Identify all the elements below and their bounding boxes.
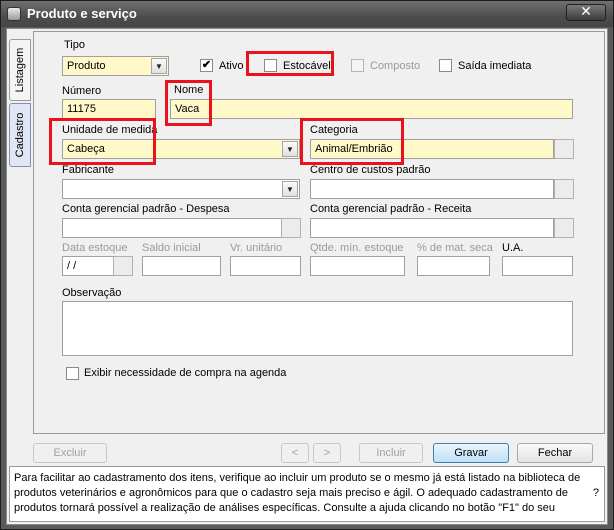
- tipo-value: Produto: [67, 60, 106, 72]
- data-estoque-field[interactable]: / /: [62, 256, 114, 276]
- gravar-button[interactable]: Gravar: [433, 443, 509, 463]
- estocavel-label: Estocável: [283, 60, 331, 72]
- fabricante-label: Fabricante: [62, 164, 114, 176]
- tipo-select[interactable]: Produto ▼: [62, 56, 169, 76]
- centro-custos-label: Centro de custos padrão: [310, 164, 431, 176]
- numero-label: Número: [62, 85, 102, 97]
- saida-imediata-checkbox[interactable]: [439, 59, 452, 72]
- despesa-label: Conta gerencial padrão - Despesa: [62, 203, 230, 215]
- receita-lookup-button[interactable]: [554, 218, 574, 238]
- tipo-label: Tipo: [64, 39, 85, 51]
- tab-listagem-label: Listagem: [14, 47, 26, 93]
- tab-listagem[interactable]: Listagem: [9, 39, 31, 101]
- despesa-field[interactable]: [62, 218, 282, 238]
- receita-field[interactable]: [310, 218, 554, 238]
- vr-unitario-field[interactable]: [230, 256, 301, 276]
- categoria-lookup-button[interactable]: [554, 139, 574, 159]
- excluir-button[interactable]: Excluir: [33, 443, 107, 463]
- centro-custos-field[interactable]: [310, 179, 554, 199]
- mat-seca-label: % de mat. seca: [417, 242, 493, 254]
- client-area: Listagem Cadastro Tipo Produto ▼ ✔ Ativo…: [6, 28, 608, 525]
- next-button[interactable]: >: [313, 443, 341, 463]
- chevron-down-icon[interactable]: ▼: [151, 58, 167, 74]
- chevron-down-icon[interactable]: ▼: [282, 141, 298, 157]
- ua-field[interactable]: [502, 256, 573, 276]
- tab-cadastro-label: Cadastro: [14, 112, 26, 158]
- help-text: Para facilitar ao cadastramento dos iten…: [14, 472, 581, 514]
- nome-field[interactable]: Vaca: [170, 99, 573, 119]
- exibir-necessidade-label: Exibir necessidade de compra na agenda: [84, 367, 287, 379]
- despesa-lookup-button[interactable]: [281, 218, 301, 238]
- tab-cadastro[interactable]: Cadastro: [9, 103, 31, 167]
- observacao-textarea[interactable]: [62, 301, 573, 356]
- receita-label: Conta gerencial padrão - Receita: [310, 203, 472, 215]
- fabricante-select[interactable]: ▼: [62, 179, 300, 199]
- app-icon: [7, 7, 21, 21]
- observacao-label: Observação: [62, 287, 122, 299]
- centro-custos-lookup-button[interactable]: [554, 179, 574, 199]
- exibir-necessidade-checkbox[interactable]: [66, 367, 79, 380]
- unidade-value: Cabeça: [67, 143, 105, 155]
- unidade-select[interactable]: Cabeça ▼: [62, 139, 300, 159]
- data-estoque-label: Data estoque: [62, 242, 128, 254]
- fechar-button[interactable]: Fechar: [517, 443, 593, 463]
- qtde-min-label: Qtde. mín. estoque: [310, 242, 404, 254]
- window-title: Produto e serviço: [27, 6, 137, 21]
- composto-label: Composto: [370, 60, 421, 72]
- button-bar: Excluir < > Incluir Gravar Fechar: [33, 436, 605, 466]
- help-question-icon[interactable]: ?: [593, 487, 599, 499]
- help-panel: Para facilitar ao cadastramento dos iten…: [9, 466, 605, 522]
- saldo-inicial-field[interactable]: [142, 256, 221, 276]
- ativo-label: Ativo: [219, 60, 244, 72]
- estocavel-checkbox[interactable]: [264, 59, 277, 72]
- composto-checkbox[interactable]: [351, 59, 364, 72]
- saldo-inicial-label: Saldo inicial: [142, 242, 201, 254]
- prev-button[interactable]: <: [281, 443, 309, 463]
- saida-imediata-label: Saída imediata: [458, 60, 532, 72]
- side-tabs: Listagem Cadastro: [7, 29, 33, 434]
- nome-label: Nome: [174, 84, 204, 96]
- mat-seca-field[interactable]: [417, 256, 490, 276]
- incluir-button[interactable]: Incluir: [359, 443, 423, 463]
- chevron-down-icon[interactable]: ▼: [282, 181, 298, 197]
- categoria-field[interactable]: Animal/Embrião: [310, 139, 554, 159]
- numero-field[interactable]: 11175: [62, 99, 156, 119]
- title-bar[interactable]: Produto e serviço ✕: [1, 1, 613, 27]
- ua-label: U.A.: [502, 242, 524, 254]
- unidade-label: Unidade de medida: [62, 124, 158, 136]
- cadastro-panel: Tipo Produto ▼ ✔ Ativo Estocável Compost…: [33, 31, 605, 434]
- app-window: Produto e serviço ✕ Listagem Cadastro Ti…: [0, 0, 614, 530]
- vr-unitario-label: Vr. unitário: [230, 242, 283, 254]
- ativo-checkbox[interactable]: ✔: [200, 59, 213, 72]
- close-button[interactable]: ✕: [566, 4, 606, 21]
- calendar-icon[interactable]: [113, 256, 133, 276]
- categoria-label: Categoria: [310, 124, 358, 136]
- qtde-min-field[interactable]: [310, 256, 405, 276]
